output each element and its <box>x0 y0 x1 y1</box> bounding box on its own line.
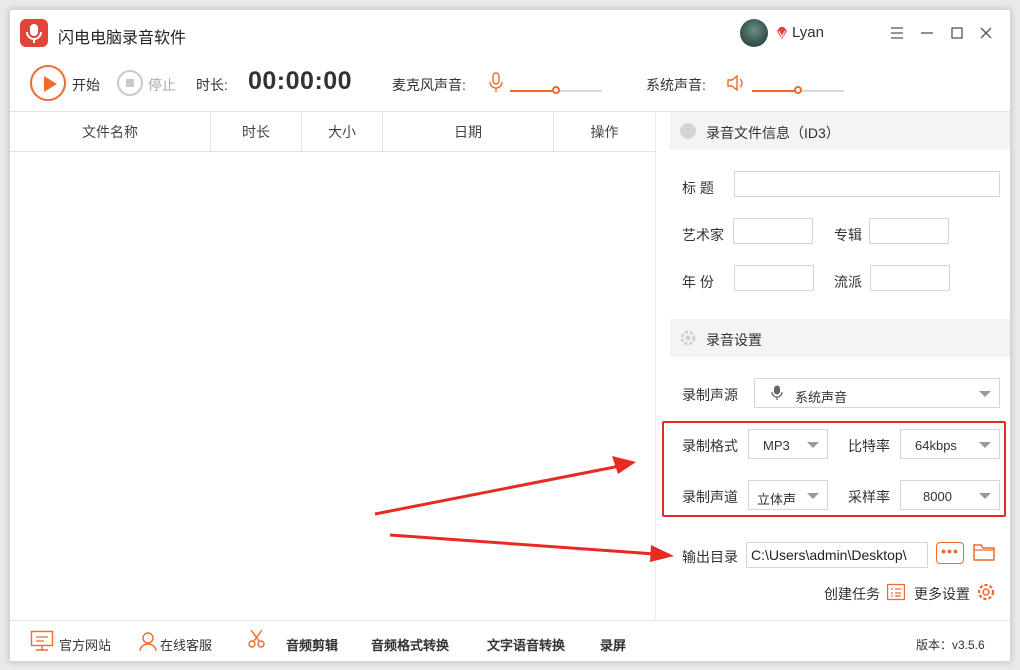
channel-value: 立体声 <box>757 492 797 507</box>
genre-input[interactable] <box>870 265 950 291</box>
mic-volume-fill <box>510 90 556 92</box>
scissors-icon <box>246 628 268 650</box>
customer-service-icon <box>137 630 159 652</box>
app-title: 闪电电脑录音软件 <box>58 30 187 47</box>
stop-button[interactable] <box>117 70 143 96</box>
system-volume-label: 系统声音: <box>646 77 706 93</box>
task-list-icon[interactable] <box>886 582 906 602</box>
title-bar: 闪电电脑录音软件 Lyan <box>10 10 1010 56</box>
duration-value: 00:00:00 <box>248 67 353 95</box>
bitrate-select[interactable]: 64kbps <box>900 429 1000 459</box>
id3-section-header: 录音文件信息（ID3） <box>670 112 1010 150</box>
settings-section-title: 录音设置 <box>706 332 762 348</box>
settings-gear-icon[interactable] <box>976 582 996 602</box>
format-select[interactable]: MP3 <box>748 429 828 459</box>
column-header-actions: 操作 <box>590 124 619 140</box>
chevron-down-icon <box>807 493 819 499</box>
chevron-down-icon <box>979 493 991 499</box>
album-label: 专辑 <box>834 227 862 243</box>
mic-volume-knob[interactable] <box>552 86 560 94</box>
format-label: 录制格式 <box>682 438 738 454</box>
samplerate-label: 采样率 <box>848 489 890 505</box>
minimize-icon[interactable] <box>918 24 936 42</box>
microphone-icon <box>771 385 783 401</box>
screen-record-link[interactable]: 录屏 <box>600 635 626 654</box>
bitrate-value: 64kbps <box>915 438 957 453</box>
panel-divider <box>655 112 656 620</box>
genre-label: 流派 <box>834 274 862 290</box>
settings-section-header: 录音设置 <box>670 319 1010 357</box>
column-header-date[interactable]: 日期 <box>383 112 554 152</box>
output-path-input[interactable]: C:\Users\admin\Desktop\ <box>746 542 928 568</box>
title-input[interactable] <box>734 171 1000 197</box>
open-folder-icon[interactable] <box>972 541 996 563</box>
id3-section-title: 录音文件信息（ID3） <box>706 125 840 141</box>
official-website-link[interactable]: 官方网站 <box>59 635 111 654</box>
chevron-down-icon <box>807 442 819 448</box>
column-header-filename[interactable]: 文件名称 <box>10 112 211 152</box>
year-input[interactable] <box>734 265 814 291</box>
gear-icon <box>679 329 697 347</box>
chevron-down-icon <box>979 442 991 448</box>
samplerate-select[interactable]: 8000 <box>900 480 1000 510</box>
system-volume-knob[interactable] <box>794 86 802 94</box>
start-button[interactable] <box>30 65 66 101</box>
source-select[interactable]: 系统声音 <box>754 378 1000 408</box>
version-label: 版本：v3.5.6 <box>916 638 985 652</box>
username[interactable]: Lyan <box>792 24 824 41</box>
bitrate-label: 比特率 <box>848 438 890 454</box>
source-label: 录制声源 <box>682 387 738 403</box>
artist-label: 艺术家 <box>682 227 724 243</box>
mic-volume-slider[interactable] <box>510 86 602 94</box>
vip-diamond-icon <box>775 26 789 40</box>
app-window: 闪电电脑录音软件 Lyan 开始 停止 时长: 00:00:00 麦克风声音: <box>9 9 1011 662</box>
file-table-header: 文件名称 时长 大小 日期 操作 <box>10 112 655 152</box>
menu-icon[interactable] <box>888 24 906 42</box>
audio-edit-link[interactable]: 音频剪辑 <box>286 635 338 654</box>
more-settings-label[interactable]: 更多设置 <box>914 584 970 604</box>
text-to-speech-link[interactable]: 文字语音转换 <box>487 635 565 654</box>
mic-volume-label: 麦克风声音: <box>392 77 466 93</box>
channel-label: 录制声道 <box>682 489 738 505</box>
album-input[interactable] <box>869 218 949 244</box>
source-value: 系统声音 <box>795 390 848 405</box>
column-header-duration[interactable]: 时长 <box>211 112 302 152</box>
output-label: 输出目录 <box>682 549 738 565</box>
system-volume-slider[interactable] <box>752 86 844 94</box>
duration-label: 时长: <box>196 77 228 93</box>
column-header-size[interactable]: 大小 <box>302 112 383 152</box>
system-volume-fill <box>752 90 798 92</box>
title-label: 标 题 <box>682 180 714 196</box>
year-label: 年 份 <box>682 274 714 290</box>
footer-bar: 官方网站 在线客服 音频剪辑 音频格式转换 文字语音转换 录屏 版本：v3.5.… <box>10 620 1010 663</box>
speaker-icon <box>726 72 748 94</box>
start-label[interactable]: 开始 <box>72 75 100 95</box>
audio-convert-link[interactable]: 音频格式转换 <box>371 635 449 654</box>
monitor-icon <box>30 630 54 652</box>
music-note-icon <box>680 123 696 139</box>
app-logo-icon <box>20 19 48 47</box>
maximize-icon[interactable] <box>948 24 966 42</box>
close-icon[interactable] <box>977 24 995 42</box>
create-task-label[interactable]: 创建任务 <box>824 584 880 604</box>
file-list[interactable] <box>10 152 655 620</box>
microphone-icon <box>488 72 504 94</box>
channel-select[interactable]: 立体声 <box>748 480 828 510</box>
format-value: MP3 <box>763 438 790 453</box>
stop-label[interactable]: 停止 <box>148 75 176 95</box>
online-support-link[interactable]: 在线客服 <box>160 635 212 654</box>
samplerate-value: 8000 <box>923 489 952 504</box>
artist-input[interactable] <box>733 218 813 244</box>
browse-button[interactable]: ••• <box>936 542 964 564</box>
avatar[interactable] <box>740 19 768 47</box>
recording-toolbar: 开始 停止 时长: 00:00:00 麦克风声音: 系统声音: <box>10 56 1010 112</box>
chevron-down-icon <box>979 391 991 397</box>
